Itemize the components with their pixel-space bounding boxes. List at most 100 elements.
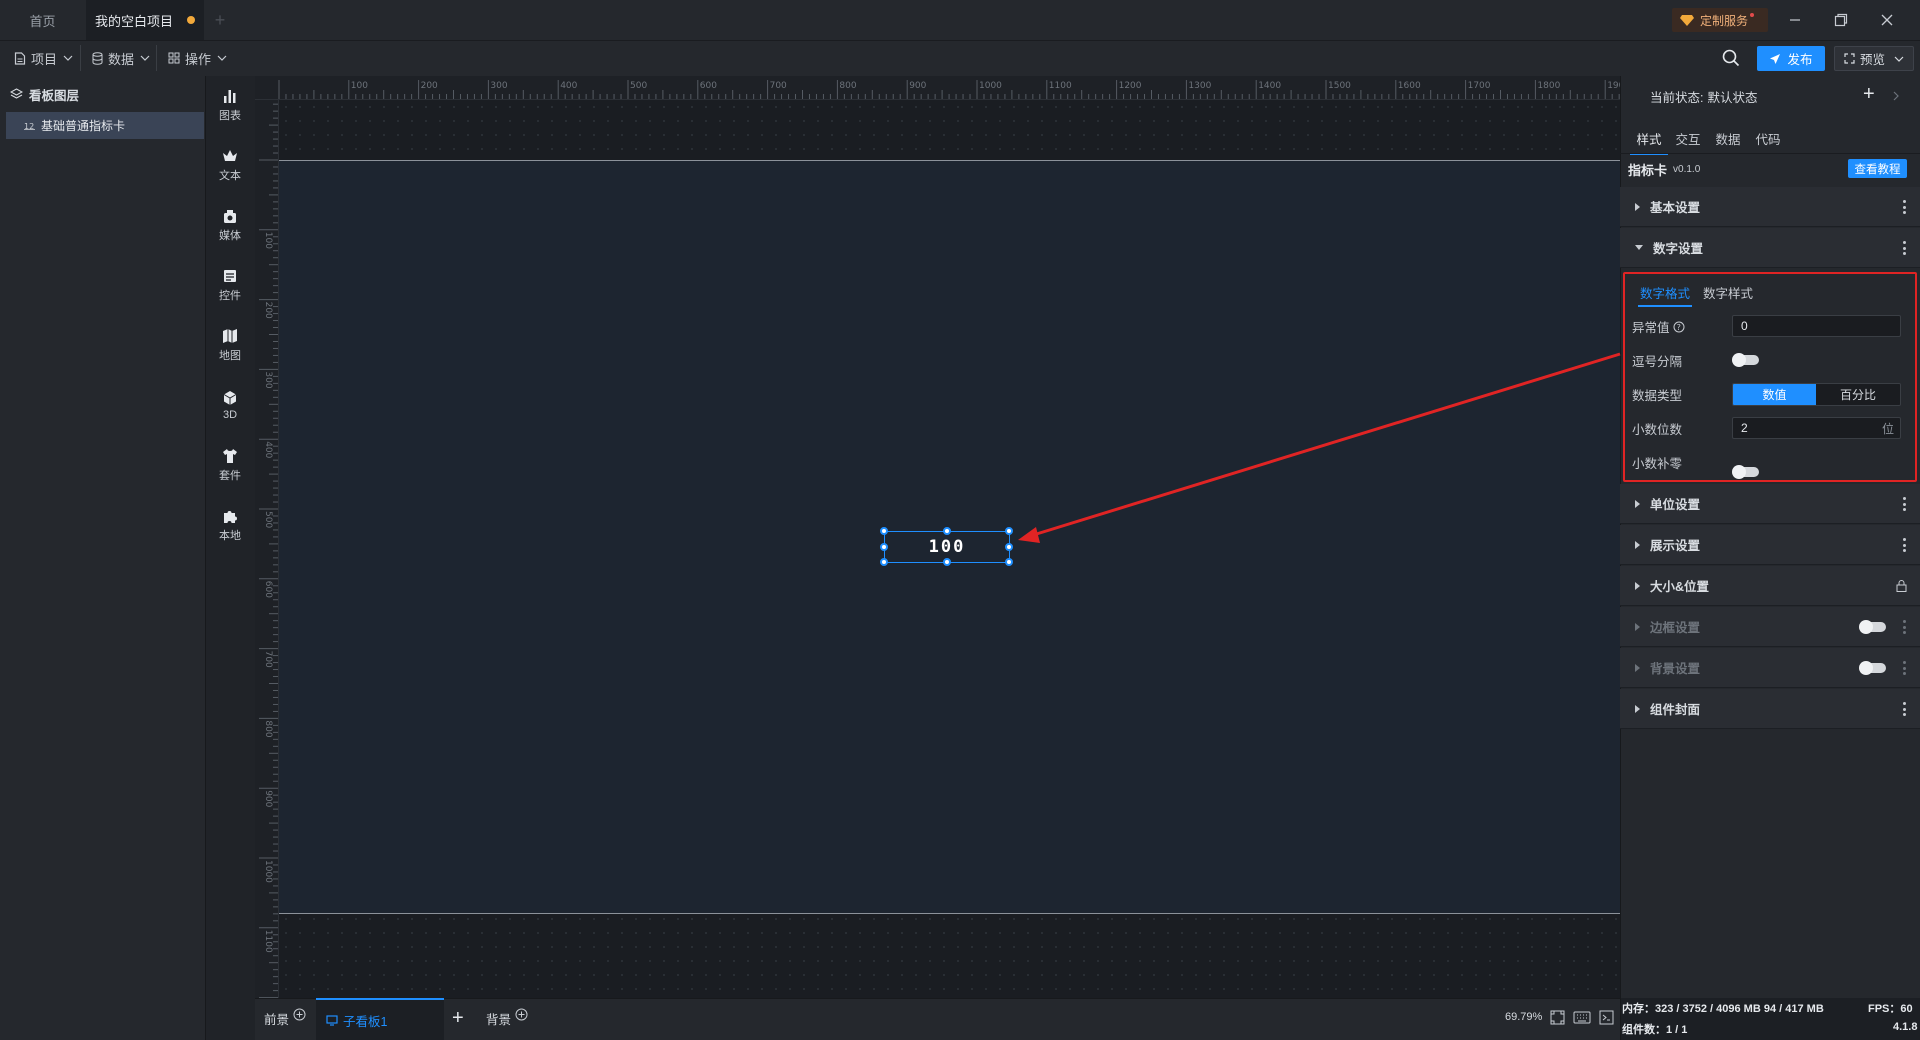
background-toggle[interactable] — [1859, 661, 1886, 675]
component-text[interactable]: 文本 — [205, 140, 255, 190]
component-suite[interactable]: 套件 — [205, 440, 255, 490]
more-icon[interactable] — [1903, 702, 1906, 716]
component-3d[interactable]: 3D — [205, 380, 255, 430]
tab-style[interactable]: 样式 — [1630, 129, 1668, 155]
caret-right-icon — [1635, 581, 1640, 590]
more-icon[interactable] — [1903, 497, 1906, 511]
terminal-icon[interactable] — [1599, 1010, 1614, 1028]
section-unit[interactable]: 单位设置 — [1620, 484, 1920, 524]
add-circle-icon[interactable] — [515, 1008, 528, 1021]
section-cover[interactable]: 组件封面 — [1620, 689, 1920, 729]
component-map[interactable]: 地图 — [205, 320, 255, 370]
resize-handle[interactable] — [943, 558, 951, 566]
more-icon[interactable] — [1903, 661, 1906, 675]
publish-button[interactable]: 发布 — [1757, 46, 1825, 71]
ruler-label: 1000 — [263, 860, 273, 883]
component-media[interactable]: 媒体 — [205, 200, 255, 250]
custom-service-button[interactable]: 定制服务 — [1672, 8, 1768, 32]
add-circle-icon[interactable] — [293, 1008, 306, 1021]
foreground-tab[interactable]: 前景 — [264, 1006, 306, 1030]
more-icon[interactable] — [1903, 538, 1906, 552]
abnormal-value-input[interactable]: 0 — [1732, 315, 1901, 337]
background-tab[interactable]: 背景 — [486, 1006, 528, 1030]
ruler-label: 500 — [630, 81, 647, 91]
state-value[interactable]: 默认状态 — [1707, 87, 1757, 106]
preview-button[interactable]: 预览 — [1834, 46, 1914, 71]
section-number-label: 数字设置 — [1653, 242, 1704, 256]
resize-handle[interactable] — [1005, 558, 1013, 566]
fit-screen-icon[interactable] — [1550, 1010, 1565, 1028]
ruler-label: 400 — [560, 81, 577, 91]
subtab-number-format[interactable]: 数字格式 — [1638, 283, 1693, 307]
resize-handle[interactable] — [880, 558, 888, 566]
tab-home[interactable]: 首页 — [0, 0, 85, 40]
section-background[interactable]: 背景设置 — [1620, 648, 1920, 688]
ruler-label: 400 — [263, 441, 273, 458]
component-chart[interactable]: 图表 — [205, 80, 255, 130]
subboard-tab[interactable]: 子看板1 — [316, 998, 444, 1040]
zoom-level[interactable]: 69.79% — [1505, 1011, 1542, 1023]
resize-handle[interactable] — [880, 527, 888, 535]
border-toggle[interactable] — [1859, 620, 1886, 634]
ruler-label: 800 — [263, 720, 273, 737]
section-number[interactable]: 数字设置 — [1620, 228, 1920, 268]
tutorial-button[interactable]: 查看教程 — [1848, 159, 1907, 178]
resize-handle[interactable] — [943, 527, 951, 535]
lock-icon[interactable] — [1896, 579, 1907, 592]
section-basic[interactable]: 基本设置 — [1620, 187, 1920, 227]
comma-separator-toggle[interactable] — [1732, 353, 1759, 367]
puzzle-icon — [224, 510, 237, 523]
data-type-numeric[interactable]: 数值 — [1733, 384, 1816, 405]
indicator-card-widget[interactable]: 100 — [880, 527, 1013, 566]
keyboard-icon[interactable] — [1573, 1011, 1591, 1027]
tab-home-label: 首页 — [29, 13, 56, 29]
tab-data[interactable]: 数据 — [1708, 129, 1748, 148]
zero-padding-toggle[interactable] — [1732, 465, 1759, 479]
app-version: 4.1.8 — [1893, 1021, 1918, 1033]
close-icon[interactable] — [1864, 0, 1910, 40]
resize-handle[interactable] — [880, 543, 888, 551]
restore-icon[interactable] — [1818, 0, 1864, 40]
section-size-position-label: 大小&位置 — [1650, 580, 1710, 594]
section-size-position[interactable]: 大小&位置 — [1620, 566, 1920, 606]
more-icon[interactable] — [1903, 200, 1906, 214]
toolbar-divider — [156, 45, 157, 71]
section-cover-label: 组件封面 — [1650, 703, 1701, 717]
component-local[interactable]: 本地 — [205, 500, 255, 550]
tab-code[interactable]: 代码 — [1748, 129, 1788, 148]
ruler-label: 1900 — [1607, 81, 1620, 91]
toolbar-divider — [80, 45, 81, 71]
tab-interaction[interactable]: 交互 — [1668, 129, 1708, 148]
more-icon[interactable] — [1903, 241, 1906, 255]
resize-handle[interactable] — [1005, 543, 1013, 551]
operate-menu[interactable]: 操作 — [168, 40, 232, 76]
layer-item[interactable]: 12 基础普通指标卡 — [6, 112, 204, 139]
component-control[interactable]: 控件 — [205, 260, 255, 310]
help-icon[interactable]: ? — [1673, 321, 1685, 333]
layers-title: 看板图层 — [29, 88, 80, 103]
data-type-segmented: 数值 百分比 — [1732, 383, 1901, 406]
add-tab-icon[interactable]: + — [210, 10, 230, 30]
add-state-icon[interactable]: + — [1863, 84, 1875, 104]
section-display[interactable]: 展示设置 — [1620, 525, 1920, 565]
chevron-right-icon[interactable] — [1893, 89, 1899, 104]
section-border[interactable]: 边框设置 — [1620, 607, 1920, 647]
tab-project[interactable]: 我的空白项目 — [86, 0, 204, 40]
subtab-number-style[interactable]: 数字样式 — [1703, 283, 1753, 302]
minimize-icon[interactable] — [1772, 0, 1818, 40]
ruler-label: 1100 — [263, 930, 273, 953]
search-icon[interactable] — [1722, 49, 1740, 70]
zero-padding-label: 小数补零 — [1632, 457, 1683, 471]
data-type-percent[interactable]: 百分比 — [1816, 384, 1900, 405]
project-menu[interactable]: 项目 — [14, 40, 78, 76]
add-board-icon[interactable]: + — [452, 1008, 464, 1028]
data-menu[interactable]: 数据 — [92, 40, 155, 76]
layers-header: 看板图层 — [10, 84, 79, 104]
resize-handle[interactable] — [1005, 527, 1013, 535]
decimal-places-input[interactable]: 2 位 — [1732, 417, 1901, 439]
component-version: v0.1.0 — [1673, 163, 1701, 175]
more-icon[interactable] — [1903, 620, 1906, 634]
caret-right-icon — [1635, 704, 1640, 713]
ruler-label: 1500 — [1328, 81, 1351, 91]
ruler-label: 800 — [839, 81, 856, 91]
